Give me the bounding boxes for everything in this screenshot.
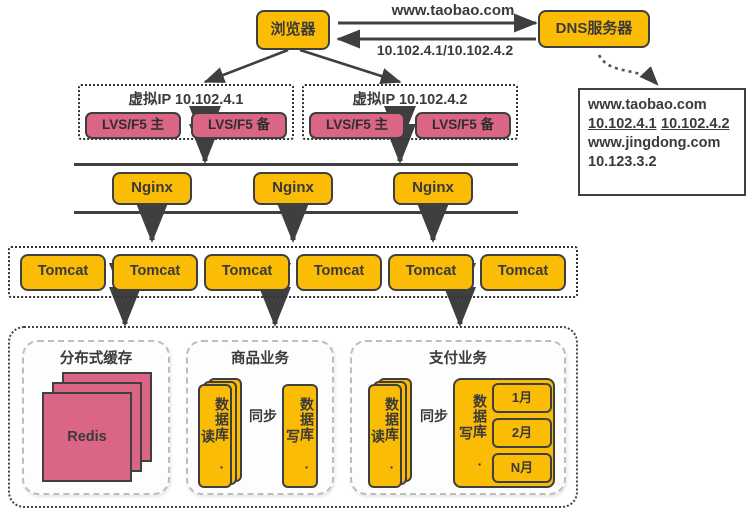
- nginx-node-1-label: Nginx: [131, 179, 173, 197]
- payment-partition-3[interactable]: N月: [492, 453, 552, 483]
- payment-partition-1-label: 1月: [511, 389, 533, 405]
- product-panel-title: 商品业务: [231, 351, 289, 367]
- vip-group-1-title: 虚拟IP 10.102.4.1: [128, 92, 244, 108]
- lvs-backup-1-label: LVS/F5 备: [207, 117, 270, 133]
- tomcat-node-2[interactable]: Tomcat: [112, 253, 198, 291]
- dns-server-node[interactable]: DNS服务器: [538, 10, 650, 48]
- lvs-backup-2-label: LVS/F5 备: [431, 117, 494, 133]
- nginx-node-2[interactable]: Nginx: [253, 172, 333, 205]
- lvs-master-2-label: LVS/F5 主: [325, 117, 388, 133]
- lvs-master-1-label: LVS/F5 主: [101, 117, 164, 133]
- payment-partition-2[interactable]: 2月: [492, 418, 552, 448]
- tomcat-node-5[interactable]: Tomcat: [388, 253, 474, 291]
- lvs-master-1[interactable]: LVS/F5 主: [85, 112, 181, 139]
- payment-panel-title: 支付业务: [429, 351, 487, 367]
- browser-label: 浏览器: [270, 20, 316, 38]
- nginx-node-2-label: Nginx: [272, 179, 314, 197]
- vip-group-2: 虚拟IP 10.102.4.2 LVS/F5 主 LVS/F5 备: [302, 84, 518, 140]
- tomcat-node-6[interactable]: Tomcat: [480, 253, 566, 291]
- tomcat-node-6-label: Tomcat: [497, 263, 549, 280]
- redis-stack[interactable]: Redis: [42, 372, 154, 484]
- lvs-backup-1[interactable]: LVS/F5 备: [191, 112, 287, 139]
- payment-write-db-label: 数据库 · 写: [458, 393, 488, 473]
- tomcat-tier-container: Tomcat Tomcat Tomcat Tomcat Tomcat Tomca…: [8, 246, 578, 298]
- product-read-db-label: 数据库 · 读: [200, 396, 230, 476]
- product-read-db-sheet-front: 数据库 · 读: [198, 384, 232, 488]
- payment-partition-3-label: N月: [510, 459, 534, 475]
- nginx-node-3-label: Nginx: [412, 179, 454, 197]
- tomcat-node-1[interactable]: Tomcat: [20, 253, 106, 291]
- dns-record-row: www.jingdong.com: [588, 135, 721, 151]
- vip-group-1: 虚拟IP 10.102.4.1 LVS/F5 主 LVS/F5 备: [78, 84, 294, 140]
- payment-read-db-label: 数据库 · 读: [370, 396, 400, 476]
- payment-partition-1[interactable]: 1月: [492, 383, 552, 413]
- redis-label: Redis: [67, 429, 107, 445]
- payment-sync-label: 同步: [420, 408, 448, 424]
- tomcat-node-3-label: Tomcat: [221, 263, 273, 280]
- dns-record-row: 10.102.4.1: [588, 116, 657, 132]
- vip-group-2-title: 虚拟IP 10.102.4.2: [352, 92, 468, 108]
- tomcat-node-1-label: Tomcat: [37, 263, 89, 280]
- tomcat-node-3[interactable]: Tomcat: [204, 253, 290, 291]
- product-write-db-label: 数据库 · 写: [285, 396, 315, 476]
- browser-node[interactable]: 浏览器: [256, 10, 330, 50]
- dns-record-row: www.taobao.com: [588, 97, 707, 113]
- lvs-master-2[interactable]: LVS/F5 主: [309, 112, 405, 139]
- cache-panel-title: 分布式缓存: [59, 351, 133, 367]
- redis-sheet-front: Redis: [42, 392, 132, 482]
- product-write-db[interactable]: 数据库 · 写: [282, 384, 318, 488]
- lvs-backup-2[interactable]: LVS/F5 备: [415, 112, 511, 139]
- tomcat-node-2-label: Tomcat: [129, 263, 181, 280]
- payment-partition-2-label: 2月: [511, 424, 533, 440]
- nginx-lower-rule: [74, 211, 518, 214]
- tomcat-node-4-label: Tomcat: [313, 263, 365, 280]
- product-sync-label: 同步: [249, 408, 277, 424]
- dns-request-label: www.taobao.com: [391, 2, 515, 19]
- nginx-node-3[interactable]: Nginx: [393, 172, 473, 205]
- payment-write-db[interactable]: 数据库 · 写 1月 2月 N月: [453, 378, 555, 488]
- dns-record-table: www.taobao.com 10.102.4.1 10.102.4.2 www…: [578, 88, 746, 196]
- nginx-upper-rule: [74, 163, 518, 166]
- dns-record-row: 10.102.4.2: [661, 116, 730, 132]
- payment-read-db-stack[interactable]: 数据库 · 读: [368, 378, 424, 488]
- dns-server-label: DNS服务器: [555, 19, 633, 37]
- tomcat-node-5-label: Tomcat: [405, 263, 457, 280]
- dns-response-label: 10.102.4.1/10.102.4.2: [376, 42, 514, 58]
- tomcat-node-4[interactable]: Tomcat: [296, 253, 382, 291]
- nginx-node-1[interactable]: Nginx: [112, 172, 192, 205]
- dns-record-row: 10.123.3.2: [588, 154, 657, 170]
- product-read-db-stack[interactable]: 数据库 · 读: [198, 378, 254, 488]
- payment-read-db-sheet-front: 数据库 · 读: [368, 384, 402, 488]
